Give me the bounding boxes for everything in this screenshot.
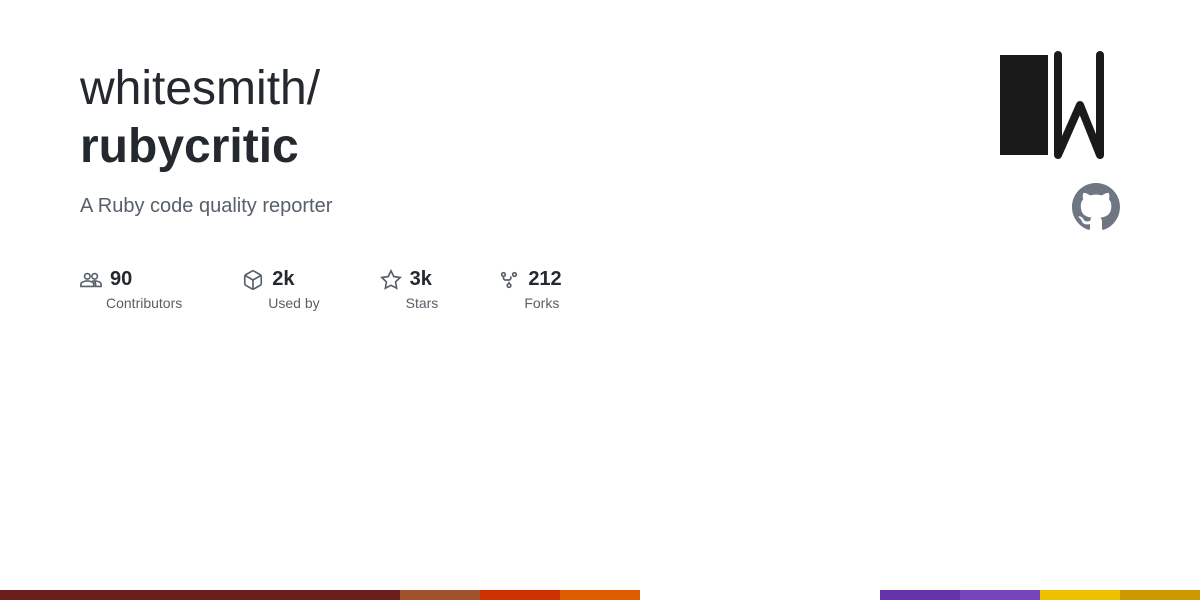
logo-area: [990, 40, 1120, 170]
contributors-icon: [80, 269, 102, 291]
forks-label: Forks: [524, 295, 559, 311]
repo-owner: whitesmith/: [80, 62, 320, 115]
star-icon: [380, 269, 402, 291]
github-icon-area[interactable]: [1072, 183, 1120, 231]
used-by-label: Used by: [268, 295, 319, 311]
repo-title: whitesmith/ rubycritic: [80, 60, 1120, 175]
stat-forks[interactable]: 212 Forks: [498, 268, 561, 311]
forks-count: 212: [528, 268, 561, 291]
bottom-color-bar: [0, 590, 1200, 600]
github-octocat-icon: [1072, 183, 1120, 231]
stat-contributors[interactable]: 90 Contributors: [80, 268, 182, 311]
stats-row: 90 Contributors 2k Used by: [80, 268, 1120, 311]
repo-description: A Ruby code quality reporter: [80, 195, 1120, 218]
contributors-count: 90: [110, 268, 132, 291]
repo-name: rubycritic: [80, 118, 1120, 176]
whitesmith-logo: [990, 40, 1120, 170]
stat-stars[interactable]: 3k Stars: [380, 268, 439, 311]
stat-used-by[interactable]: 2k Used by: [242, 268, 319, 311]
used-by-count: 2k: [272, 268, 294, 291]
main-content: whitesmith/ rubycritic A Ruby code quali…: [0, 0, 1200, 311]
contributors-label: Contributors: [106, 295, 182, 311]
stars-count: 3k: [410, 268, 432, 291]
fork-icon: [498, 269, 520, 291]
stars-label: Stars: [406, 295, 439, 311]
package-icon: [242, 269, 264, 291]
